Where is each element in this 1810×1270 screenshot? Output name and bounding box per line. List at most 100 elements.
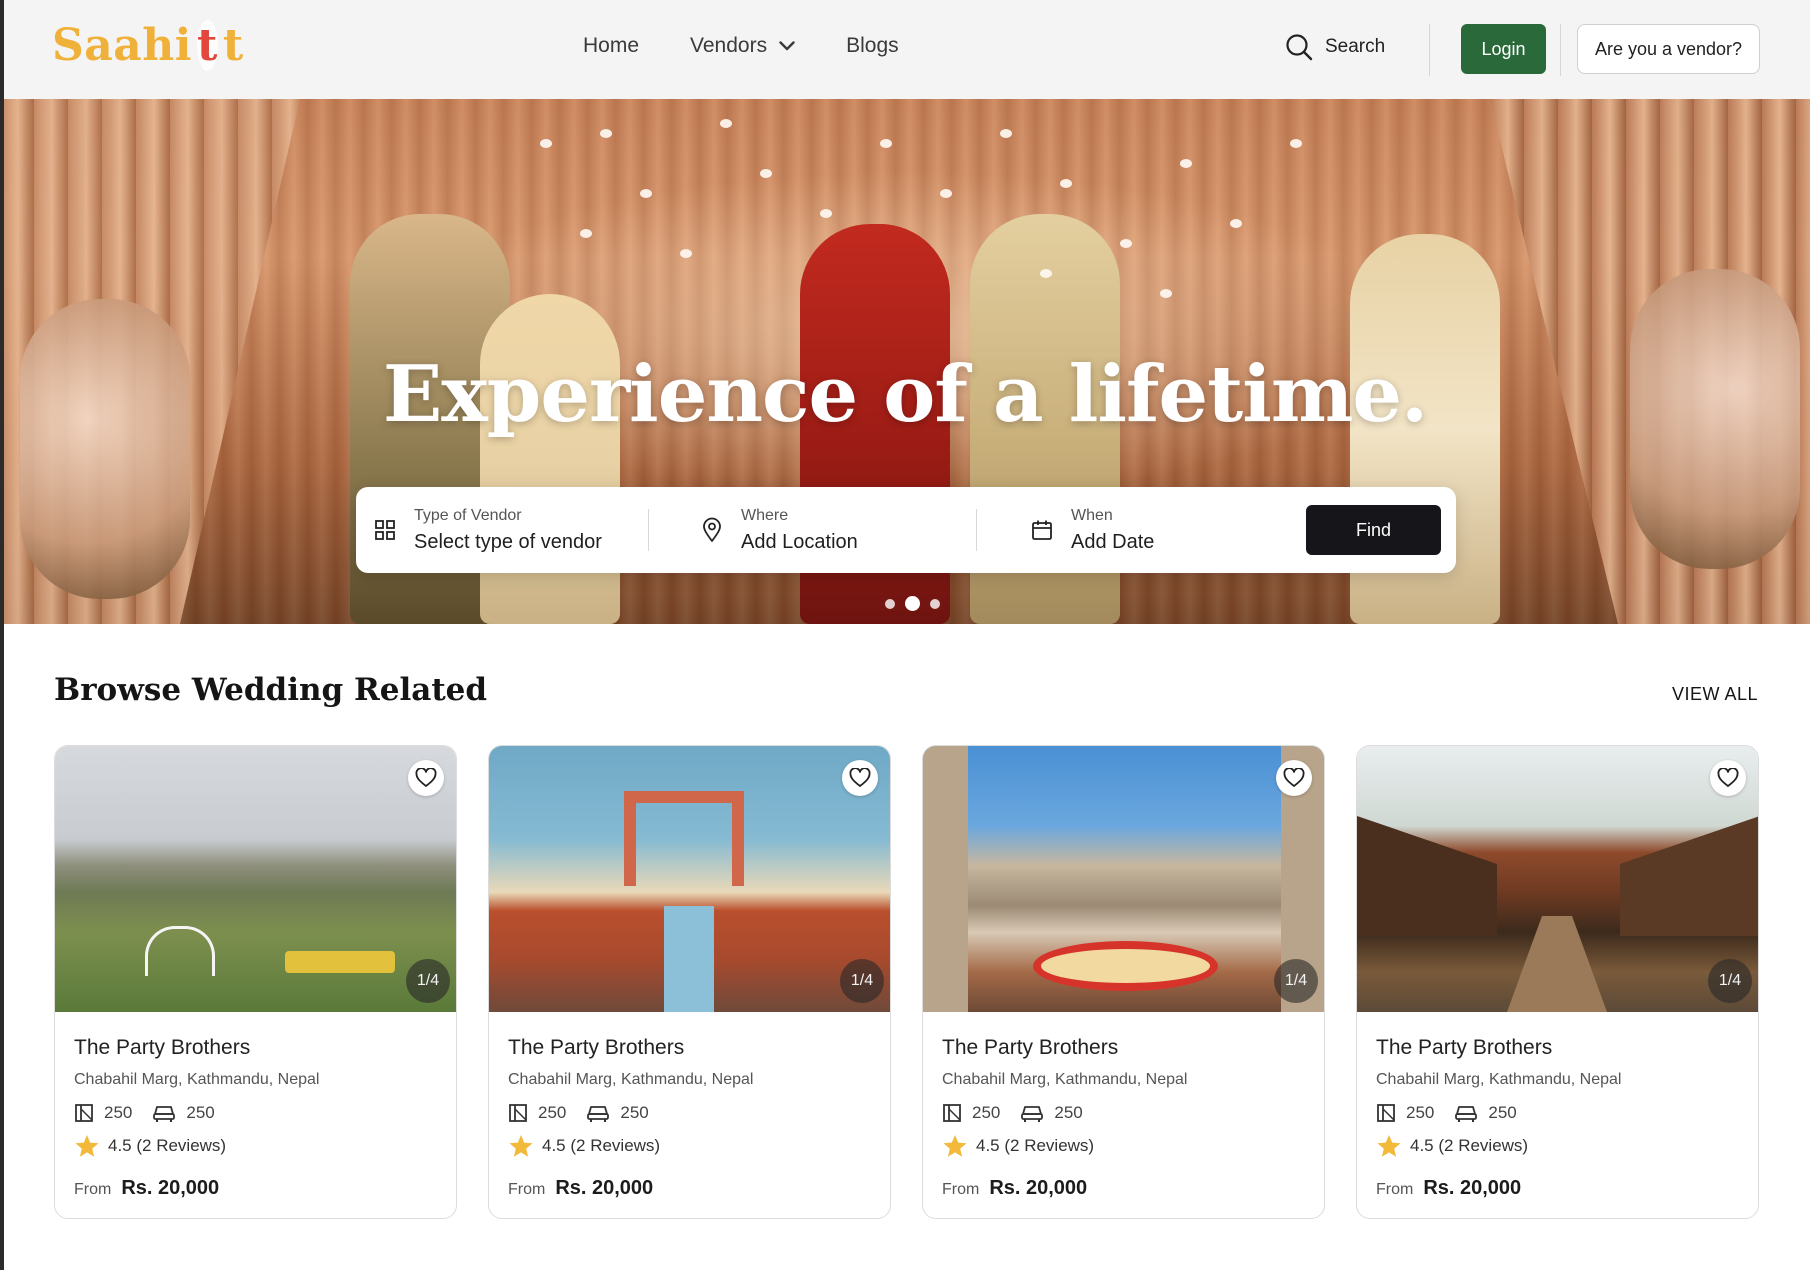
room-count: 250 <box>1406 1103 1435 1122</box>
carousel-dot[interactable] <box>930 598 940 609</box>
favorite-button[interactable] <box>1710 760 1746 796</box>
hero-banner: Experience of a lifetime. Type of Vendor… <box>0 99 1810 624</box>
room-count: 250 <box>104 1103 133 1122</box>
favorite-button[interactable] <box>842 760 878 796</box>
calendar-icon <box>1031 519 1053 541</box>
vendor-card-image[interactable]: 1/4 <box>1357 746 1758 1012</box>
vendor-price: Rs. 20,000 <box>121 1177 220 1199</box>
search-label: Search <box>1325 36 1386 57</box>
favorite-button[interactable] <box>408 760 444 796</box>
favorite-button[interactable] <box>1276 760 1312 796</box>
view-all-link[interactable]: VIEW ALL <box>1672 684 1758 705</box>
vendor-address: Chabahil Marg, Kathmandu, Nepal <box>508 1071 754 1088</box>
carousel-dot-active[interactable] <box>905 596 920 611</box>
price-from-label: From <box>74 1181 112 1198</box>
nav-home-label: Home <box>583 34 640 57</box>
vendor-card-image[interactable]: 1/4 <box>55 746 456 1012</box>
vendor-card[interactable]: 1/4 The Party Brothers Chabahil Marg, Ka… <box>1356 745 1759 1219</box>
room-icon <box>75 1104 93 1122</box>
vendor-address: Chabahil Marg, Kathmandu, Nepal <box>942 1071 1188 1088</box>
when-label: When <box>1071 506 1113 524</box>
vendor-name[interactable]: The Party Brothers <box>74 1036 437 1060</box>
heart-icon <box>1283 768 1305 787</box>
image-counter: 1/4 <box>840 959 884 1003</box>
star-icon <box>509 1135 533 1157</box>
location-pin-icon <box>701 517 723 543</box>
chevron-down-icon <box>779 41 795 51</box>
carousel-dot[interactable] <box>885 598 895 609</box>
room-icon <box>509 1104 527 1122</box>
vendor-card[interactable]: 1/4 The Party Brothers Chabahil Marg, Ka… <box>54 745 457 1219</box>
vendor-card-image[interactable]: 1/4 <box>489 746 890 1012</box>
nav-blogs-label: Blogs <box>846 34 899 57</box>
vehicle-count: 250 <box>1488 1103 1517 1122</box>
room-count: 250 <box>538 1103 567 1122</box>
star-icon <box>1377 1135 1401 1157</box>
vendor-address: Chabahil Marg, Kathmandu, Nepal <box>1376 1071 1622 1088</box>
heart-icon <box>849 768 871 787</box>
vendor-price: Rs. 20,000 <box>1423 1177 1522 1199</box>
vendor-card-image[interactable]: 1/4 <box>923 746 1324 1012</box>
room-count: 250 <box>972 1103 1001 1122</box>
search-icon <box>1286 34 1313 61</box>
header-divider <box>1429 24 1430 76</box>
logo[interactable]: Saahi t t <box>52 20 244 71</box>
room-icon <box>1377 1104 1395 1122</box>
top-navbar: Saahi t t Home Vendors Blogs Search Login … <box>0 0 1810 99</box>
star-icon <box>75 1135 99 1157</box>
vendor-name[interactable]: The Party Brothers <box>508 1036 871 1060</box>
car-icon <box>1455 1106 1478 1122</box>
logo-text-accent: t <box>197 20 218 71</box>
vendor-type-value: Select type of vendor <box>414 530 602 553</box>
vendor-card[interactable]: 1/4 The Party Brothers Chabahil Marg, Ka… <box>488 745 891 1219</box>
image-counter: 1/4 <box>406 959 450 1003</box>
are-you-vendor-button[interactable]: Are you a vendor? <box>1577 24 1760 74</box>
page: Saahi t t Home Vendors Blogs Search Login … <box>0 0 1810 1270</box>
vendor-price: Rs. 20,000 <box>989 1177 1088 1199</box>
where-value: Add Location <box>741 530 858 553</box>
nav-vendors-dropdown[interactable]: Vendors <box>690 34 795 58</box>
logo-text-end: t <box>222 20 244 71</box>
carousel-dots <box>880 596 945 611</box>
hero-flowers-left <box>20 299 190 599</box>
login-button[interactable]: Login <box>1461 24 1546 74</box>
nav-home[interactable]: Home <box>583 34 639 58</box>
nav-blogs[interactable]: Blogs <box>846 34 899 58</box>
grid-icon <box>374 519 396 541</box>
nav-vendors-label: Vendors <box>690 34 768 57</box>
image-counter: 1/4 <box>1274 959 1318 1003</box>
vendor-address: Chabahil Marg, Kathmandu, Nepal <box>74 1071 320 1088</box>
vehicle-count: 250 <box>1054 1103 1083 1122</box>
date-field[interactable]: When Add Date <box>1031 487 1271 573</box>
car-icon <box>153 1106 176 1122</box>
vendor-name[interactable]: The Party Brothers <box>1376 1036 1739 1060</box>
image-counter: 1/4 <box>1708 959 1752 1003</box>
vendor-card[interactable]: 1/4 The Party Brothers Chabahil Marg, Ka… <box>922 745 1325 1219</box>
hero-title: Experience of a lifetime. <box>382 349 1428 440</box>
vendor-card-list: 1/4 The Party Brothers Chabahil Marg, Ka… <box>54 745 1759 1220</box>
heart-icon <box>1717 768 1739 787</box>
vehicle-count: 250 <box>620 1103 649 1122</box>
header-divider <box>1560 24 1561 76</box>
vendor-type-label: Type of Vendor <box>414 506 522 524</box>
when-value: Add Date <box>1071 530 1155 553</box>
where-label: Where <box>741 506 789 524</box>
vendor-type-field[interactable]: Type of Vendor Select type of vendor <box>374 487 624 573</box>
search-divider <box>648 509 649 551</box>
section-title: Browse Wedding Related <box>54 672 488 708</box>
vendor-rating: 4.5 (2 Reviews) <box>976 1136 1095 1155</box>
vendor-name[interactable]: The Party Brothers <box>942 1036 1305 1060</box>
search-button[interactable]: Search <box>1285 33 1385 61</box>
vendor-rating: 4.5 (2 Reviews) <box>542 1136 661 1155</box>
find-button[interactable]: Find <box>1306 505 1441 555</box>
car-icon <box>1021 1106 1044 1122</box>
vendor-price: Rs. 20,000 <box>555 1177 654 1199</box>
heart-icon <box>415 768 437 787</box>
price-from-label: From <box>508 1181 546 1198</box>
vendor-search-bar: Type of Vendor Select type of vendor Whe… <box>356 487 1456 573</box>
room-icon <box>943 1104 961 1122</box>
location-field[interactable]: Where Add Location <box>701 487 941 573</box>
hero-figure <box>480 294 620 624</box>
price-from-label: From <box>1376 1181 1414 1198</box>
search-divider <box>976 509 977 551</box>
